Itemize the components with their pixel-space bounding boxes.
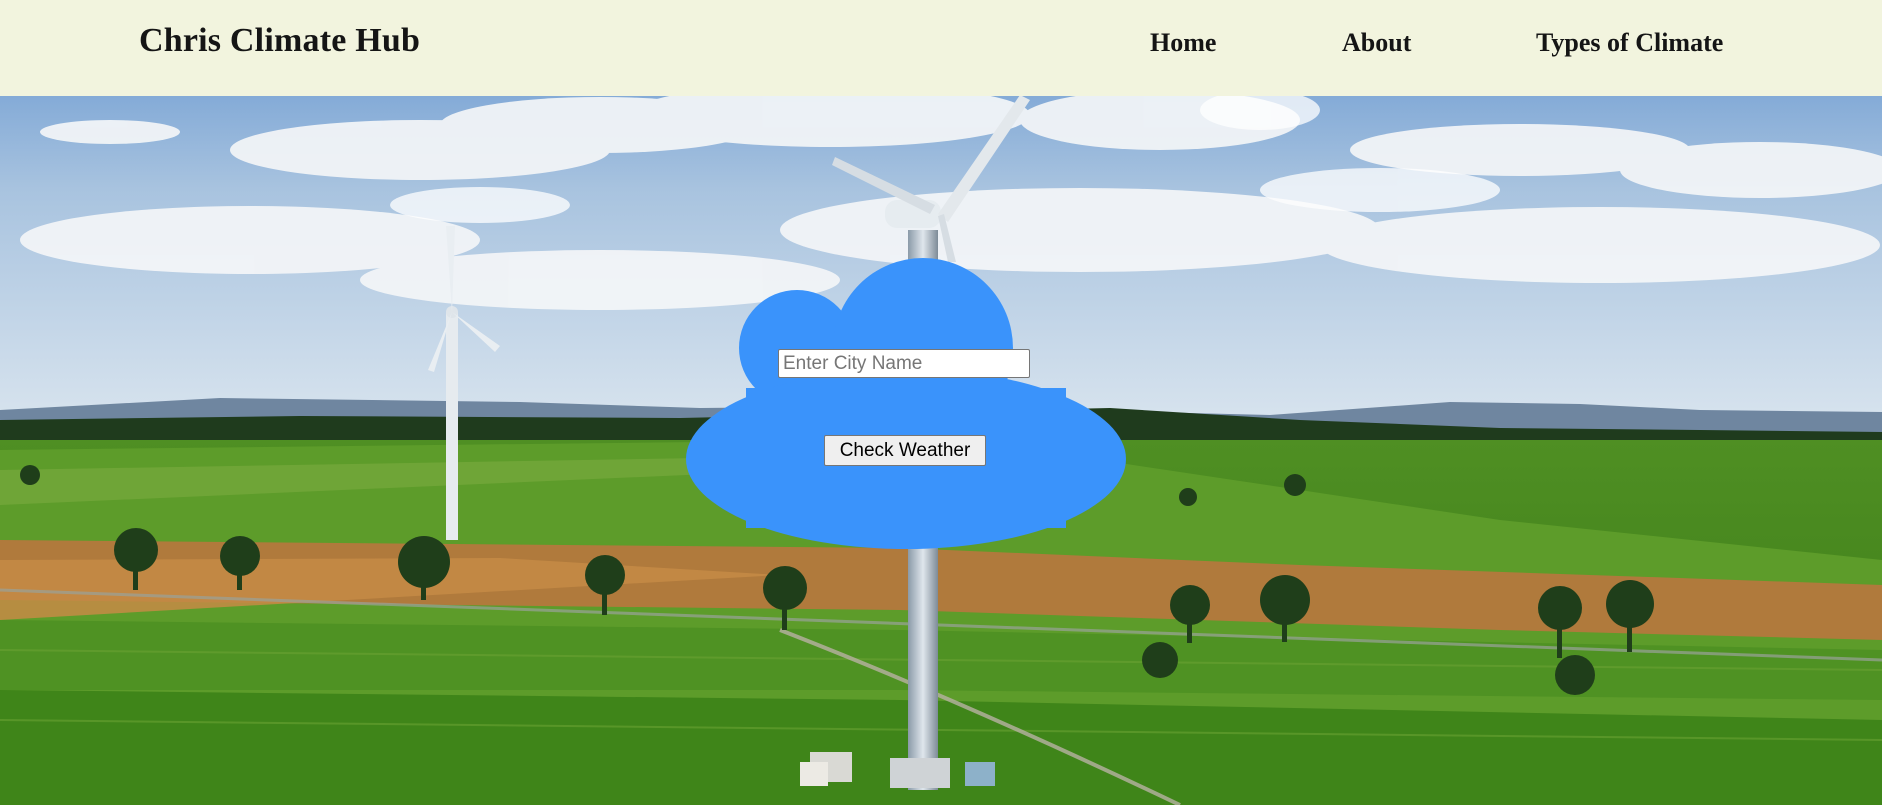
site-brand-title[interactable]: Chris Climate Hub [139, 22, 420, 60]
weather-cloud-form: Check Weather [686, 258, 1126, 550]
city-name-input[interactable] [778, 349, 1030, 378]
page: Chris Climate Hub Home About Types of Cl… [0, 0, 1882, 805]
cloud-shape [686, 258, 1126, 549]
check-weather-button[interactable]: Check Weather [824, 435, 986, 466]
top-navbar: Chris Climate Hub Home About Types of Cl… [0, 0, 1882, 96]
nav-link-about[interactable]: About [1342, 28, 1411, 58]
nav-link-types-of-climate[interactable]: Types of Climate [1536, 28, 1723, 58]
nav-link-home[interactable]: Home [1150, 28, 1216, 58]
